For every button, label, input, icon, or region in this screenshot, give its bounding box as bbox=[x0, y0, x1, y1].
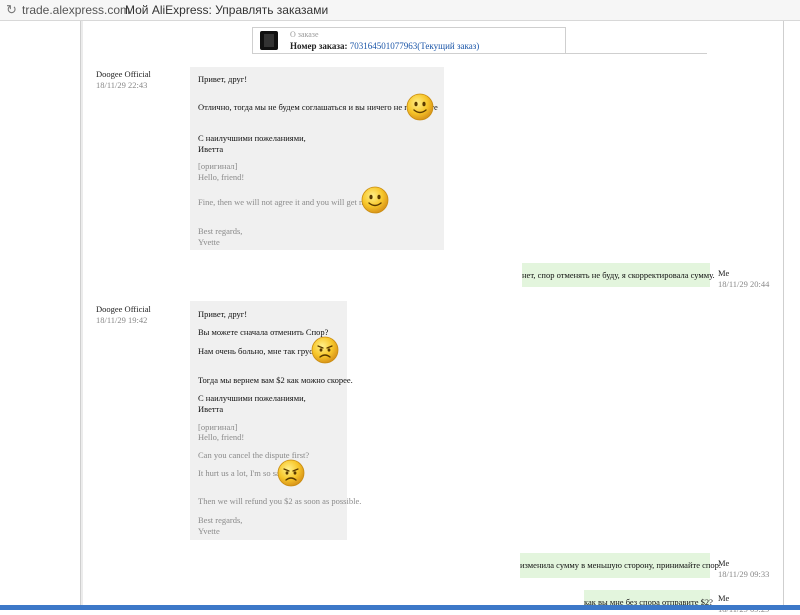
sender-name: Doogee Official bbox=[96, 69, 151, 79]
sender-name: Me bbox=[718, 593, 730, 603]
message-sender-block: Me 18/11/29 09:29 bbox=[718, 593, 769, 615]
message-body: Отлично, тогда мы не будем соглашаться и… bbox=[198, 102, 438, 112]
sender-name: Doogee Official bbox=[96, 304, 151, 314]
bottom-scroll-bar[interactable] bbox=[0, 605, 800, 610]
message-greeting: Привет, друг! bbox=[198, 74, 248, 84]
original-signature: Best regards, bbox=[198, 515, 243, 525]
original-line: Then we will refund you $2 as soon as po… bbox=[198, 496, 362, 506]
order-number-line: Номер заказа: 703164501077963(Текущий за… bbox=[290, 41, 479, 51]
message-signature-name: Иветта bbox=[198, 144, 224, 154]
original-line: It hurt us a lot, I'm so sad bbox=[198, 468, 285, 478]
original-body: Fine, then we will not agree it and you … bbox=[198, 197, 385, 207]
original-greeting: Hello, friend! bbox=[198, 172, 245, 182]
message-signature-name: Иветта bbox=[198, 404, 224, 414]
outgoing-message-bubble: нет, спор отменять не буду, я скорректир… bbox=[522, 263, 715, 287]
message-time: 18/11/29 22:43 bbox=[96, 80, 148, 90]
original-signature-name: Yvette bbox=[198, 526, 220, 536]
original-signature: Best regards, bbox=[198, 226, 243, 236]
smiley-emoji-icon bbox=[406, 93, 434, 121]
original-signature-name: Yvette bbox=[198, 237, 220, 247]
divider bbox=[252, 53, 707, 54]
message-greeting: Привет, друг! bbox=[198, 309, 248, 319]
message-text: нет, спор отменять не буду, я скорректир… bbox=[522, 270, 715, 280]
message-sender-block: Doogee Official 18/11/29 22:43 bbox=[96, 69, 151, 91]
url-host[interactable]: trade.alexpress.com bbox=[22, 3, 130, 17]
original-greeting: Hello, friend! bbox=[198, 432, 245, 442]
order-number-link[interactable]: 703164501077963 bbox=[350, 41, 418, 51]
sender-name: Me bbox=[718, 268, 730, 278]
original-label[interactable]: [оригинал] bbox=[198, 161, 237, 172]
sad-emoji-icon bbox=[277, 459, 305, 487]
message-signature: С наилучшими пожеланиями, bbox=[198, 133, 306, 143]
reload-icon[interactable]: ↻ bbox=[6, 2, 17, 18]
order-info-card: О заказе Номер заказа: 703164501077963(Т… bbox=[252, 27, 566, 54]
product-thumbnail[interactable] bbox=[260, 31, 278, 50]
message-signature: С наилучшими пожеланиями, bbox=[198, 393, 306, 403]
message-line: Вы можете сначала отменить Спор? bbox=[198, 327, 329, 337]
outgoing-message-bubble: изменила сумму в меньшую сторону, приним… bbox=[520, 553, 722, 578]
browser-address-bar[interactable]: ↻ trade.alexpress.com Мой AliExpress: Уп… bbox=[0, 0, 800, 21]
message-line: Тогда мы вернем вам $2 как можно скорее. bbox=[198, 375, 353, 385]
current-order-link[interactable]: (Текущий заказ) bbox=[417, 41, 479, 51]
message-sender-block: Doogee Official 18/11/29 19:42 bbox=[96, 304, 151, 326]
page-title: Мой AliExpress: Управлять заказами bbox=[125, 3, 329, 17]
message-sender-block: Me 18/11/29 20:44 bbox=[718, 268, 769, 290]
message-time: 18/11/29 20:44 bbox=[718, 279, 770, 289]
order-number-label: Номер заказа: bbox=[290, 41, 348, 51]
sad-emoji-icon bbox=[311, 336, 339, 364]
left-rail-shade bbox=[81, 21, 83, 610]
smiley-emoji-icon bbox=[361, 186, 389, 214]
message-sender-block: Me 18/11/29 09:33 bbox=[718, 558, 769, 580]
message-text: изменила сумму в меньшую сторону, приним… bbox=[520, 560, 722, 570]
message-time: 18/11/29 09:33 bbox=[718, 569, 770, 579]
order-about-label: О заказе bbox=[290, 30, 319, 39]
right-rail bbox=[783, 21, 784, 610]
message-line: Нам очень больно, мне так грустно bbox=[198, 346, 326, 356]
message-time: 18/11/29 19:42 bbox=[96, 315, 148, 325]
sender-name: Me bbox=[718, 558, 730, 568]
